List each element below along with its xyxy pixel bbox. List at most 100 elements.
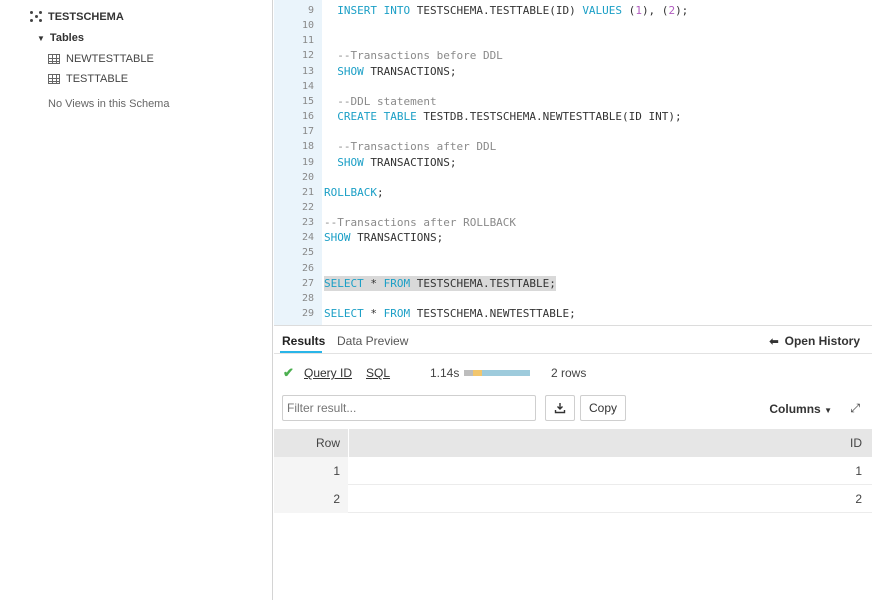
tree-table-item[interactable]: NEWTESTTABLE [48, 53, 154, 65]
open-history-label: Open History [784, 334, 860, 348]
tab-data-preview[interactable]: Data Preview [337, 334, 408, 348]
open-history-button[interactable]: ⬅ Open History [769, 334, 860, 348]
code-line[interactable]: 18 --Transactions after DDL [274, 139, 872, 154]
line-number: 15 [301, 95, 314, 107]
results-tabs: Results Data Preview ⬅ Open History [274, 326, 872, 354]
line-number: 9 [307, 5, 314, 16]
sql-editor[interactable]: 9 INSERT INTO TESTSCHEMA.TESTTABLE(ID) V… [274, 0, 872, 325]
code-text: SELECT * FROM TESTSCHEMA.NEWTESTTABLE; [324, 307, 576, 320]
query-duration: 1.14s [430, 366, 460, 380]
line-number: 18 [301, 141, 314, 153]
tree-schema-node[interactable]: TESTSCHEMA [30, 10, 124, 24]
duration-bar [464, 370, 530, 376]
code-line[interactable]: 24 SHOW TRANSACTIONS; [274, 230, 872, 245]
line-number: 20 [301, 171, 314, 183]
id-cell: 2 [855, 492, 862, 506]
code-text: ROLLBACK; [324, 185, 384, 199]
code-line[interactable]: 27 SELECT * FROM TESTSCHEMA.TESTTABLE; [274, 275, 872, 291]
column-header-row[interactable]: Row [274, 429, 348, 457]
line-number: 27 [301, 277, 314, 289]
line-number: 24 [301, 232, 314, 244]
row-number-cell: 1 [274, 457, 348, 485]
line-number: 10 [301, 20, 314, 32]
code-text: CREATE TABLE TESTDB.TESTSCHEMA.NEWTESTTA… [337, 110, 682, 124]
code-line[interactable]: 26 [274, 261, 872, 276]
code-text: SHOW TRANSACTIONS; [337, 155, 457, 169]
line-number: 23 [301, 217, 314, 229]
tables-label: Tables [49, 32, 84, 44]
download-icon [554, 403, 566, 414]
grid-header: Row ID [274, 429, 872, 457]
copy-button[interactable]: Copy [580, 395, 626, 421]
table-name: NEWTESTTABLE [66, 53, 154, 65]
code-line[interactable]: 23 --Transactions after ROLLBACK [274, 215, 872, 230]
code-line[interactable]: 19 SHOW TRANSACTIONS; [274, 155, 872, 170]
line-number: 14 [301, 80, 314, 92]
code-line[interactable]: 14 [274, 79, 872, 94]
line-number: 13 [301, 65, 314, 77]
code-line[interactable]: 15 --DDL statement [274, 94, 872, 109]
code-text: SELECT * FROM TESTSCHEMA.TESTTABLE; [324, 275, 556, 291]
line-number: 29 [301, 308, 314, 319]
schema-sidebar: TESTSCHEMA ▼ Tables NEWTESTTABLE TESTTAB… [0, 0, 273, 600]
table-icon [48, 54, 60, 64]
code-line[interactable]: 20 [274, 170, 872, 185]
code-text: --Transactions after DDL [324, 140, 497, 154]
code-line[interactable]: 11 [274, 33, 872, 48]
query-id-link[interactable]: Query ID [304, 366, 352, 380]
column-header-id[interactable]: ID [728, 429, 872, 457]
code-text: INSERT INTO TESTSCHEMA.TESTTABLE(ID) VAL… [337, 4, 689, 17]
row-count: 2 rows [551, 366, 587, 380]
code-line[interactable]: 22 [274, 200, 872, 215]
caret-down-icon: ▼ [824, 406, 832, 415]
line-number: 17 [301, 126, 314, 138]
code-line[interactable]: 17 [274, 124, 872, 139]
download-button[interactable] [545, 395, 575, 421]
code-line[interactable]: 9 INSERT INTO TESTSCHEMA.TESTTABLE(ID) V… [274, 3, 872, 18]
table-name: TESTTABLE [66, 73, 129, 85]
table-icon [48, 74, 60, 84]
code-line[interactable]: 29 SELECT * FROM TESTSCHEMA.NEWTESTTABLE; [274, 306, 872, 321]
code-line[interactable]: 10 [274, 18, 872, 33]
tree-table-item[interactable]: TESTTABLE [48, 73, 128, 85]
code-text: SHOW TRANSACTIONS; [337, 64, 457, 78]
schema-icon [30, 10, 44, 24]
caret-down-icon: ▼ [37, 33, 45, 43]
row-number-cell: 2 [274, 485, 348, 513]
line-number: 28 [301, 292, 314, 304]
query-status-bar: ✔ Query ID SQL 1.14s 2 rows [274, 364, 872, 382]
line-number: 16 [301, 111, 314, 123]
line-number: 12 [301, 50, 314, 62]
code-text: --Transactions before DDL [324, 49, 503, 63]
line-number: 25 [301, 247, 314, 259]
expand-icon[interactable]: ⤢ [850, 401, 860, 416]
filter-input[interactable] [282, 395, 536, 421]
no-views-text: No Views in this Schema [48, 98, 170, 110]
line-number: 11 [301, 35, 314, 47]
code-line[interactable]: 25 [274, 245, 872, 260]
schema-name: TESTSCHEMA [48, 11, 124, 23]
code-text: --DDL statement [324, 94, 437, 108]
table-row[interactable]: 1 1 [274, 457, 872, 485]
line-number: 26 [301, 262, 314, 274]
code-line[interactable]: 13 SHOW TRANSACTIONS; [274, 64, 872, 79]
code-text: --Transactions after ROLLBACK [324, 216, 517, 230]
sql-link[interactable]: SQL [366, 366, 390, 380]
tab-results[interactable]: Results [282, 334, 325, 348]
code-line[interactable]: 21 ROLLBACK; [274, 185, 872, 200]
arrow-left-icon: ⬅ [769, 335, 779, 348]
id-cell: 1 [855, 464, 862, 478]
code-text: SHOW TRANSACTIONS; [324, 231, 444, 245]
line-number: 21 [301, 186, 314, 198]
line-number: 19 [301, 156, 314, 168]
results-panel: Results Data Preview ⬅ Open History ✔ Qu… [274, 325, 872, 600]
code-line[interactable]: 28 [274, 291, 872, 306]
columns-label: Columns [769, 402, 821, 416]
columns-dropdown[interactable]: Columns ▼ [769, 402, 832, 416]
active-tab-indicator [280, 351, 322, 353]
table-row[interactable]: 2 2 [274, 485, 872, 513]
code-line[interactable]: 16 CREATE TABLE TESTDB.TESTSCHEMA.NEWTES… [274, 109, 872, 124]
tree-tables-node[interactable]: ▼ Tables [37, 32, 84, 44]
check-icon: ✔ [283, 365, 294, 380]
code-line[interactable]: 12 --Transactions before DDL [274, 48, 872, 63]
